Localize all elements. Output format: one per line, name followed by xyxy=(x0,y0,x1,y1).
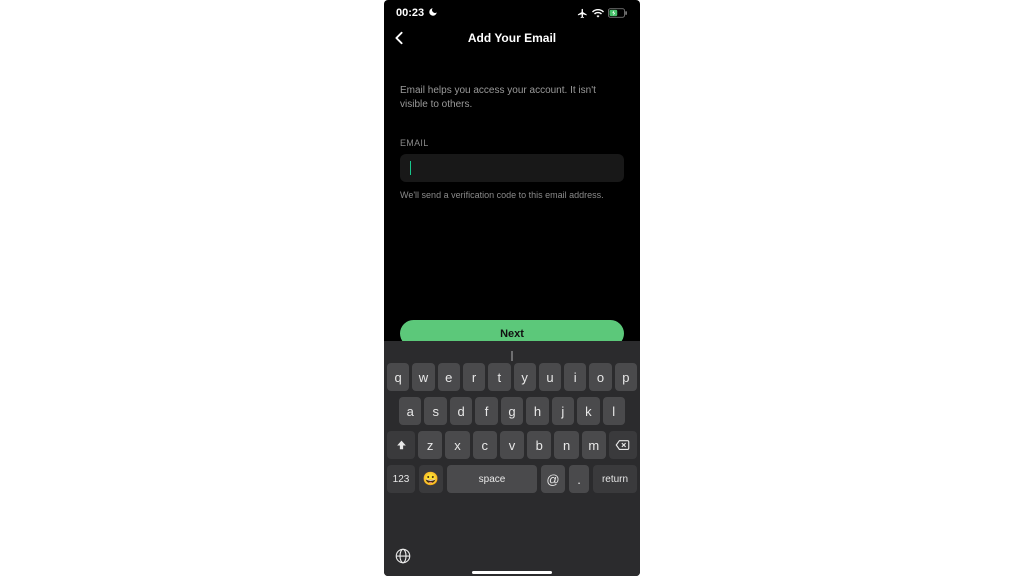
kb-row-3: z x c v b n m xyxy=(384,431,640,459)
airplane-icon xyxy=(577,8,588,19)
key-l[interactable]: l xyxy=(603,397,625,425)
key-d[interactable]: d xyxy=(450,397,472,425)
key-a[interactable]: a xyxy=(399,397,421,425)
key-f[interactable]: f xyxy=(475,397,497,425)
kb-row-1: q w e r t y u i o p xyxy=(384,363,640,391)
hint-text: We'll send a verification code to this e… xyxy=(400,190,624,200)
key-r[interactable]: r xyxy=(463,363,485,391)
phone-frame: 00:23 Add Your Email Email helps you acc… xyxy=(384,0,640,576)
keyboard: q w e r t y u i o p a s d f g h j k l z xyxy=(384,341,640,576)
moon-icon xyxy=(428,7,438,20)
key-p[interactable]: p xyxy=(615,363,637,391)
email-field[interactable] xyxy=(400,154,624,182)
key-w[interactable]: w xyxy=(412,363,434,391)
key-z[interactable]: z xyxy=(418,431,442,459)
key-q[interactable]: q xyxy=(387,363,409,391)
status-time: 00:23 xyxy=(396,7,424,19)
key-emoji[interactable]: 😀 xyxy=(419,465,443,493)
key-m[interactable]: m xyxy=(582,431,606,459)
key-n[interactable]: n xyxy=(554,431,578,459)
key-g[interactable]: g xyxy=(501,397,523,425)
key-k[interactable]: k xyxy=(577,397,599,425)
page-title: Add Your Email xyxy=(394,31,630,45)
key-space[interactable]: space xyxy=(447,465,537,493)
kb-row-4: 123 😀 space @ . return xyxy=(384,465,640,493)
next-button-label: Next xyxy=(500,328,524,340)
key-return[interactable]: return xyxy=(593,465,637,493)
key-123[interactable]: 123 xyxy=(387,465,415,493)
nav-header: Add Your Email xyxy=(384,24,640,52)
key-dot[interactable]: . xyxy=(569,465,589,493)
keyboard-handle xyxy=(511,351,513,361)
globe-icon[interactable] xyxy=(394,547,412,570)
key-y[interactable]: y xyxy=(514,363,536,391)
kb-row-2: a s d f g h j k l xyxy=(384,397,640,425)
key-j[interactable]: j xyxy=(552,397,574,425)
key-v[interactable]: v xyxy=(500,431,524,459)
helper-text: Email helps you access your account. It … xyxy=(400,84,624,112)
key-e[interactable]: e xyxy=(438,363,460,391)
key-s[interactable]: s xyxy=(424,397,446,425)
status-bar: 00:23 xyxy=(384,0,640,24)
key-u[interactable]: u xyxy=(539,363,561,391)
key-x[interactable]: x xyxy=(445,431,469,459)
key-at[interactable]: @ xyxy=(541,465,565,493)
key-shift[interactable] xyxy=(387,431,415,459)
battery-icon xyxy=(608,8,628,18)
home-indicator[interactable] xyxy=(472,571,552,574)
key-c[interactable]: c xyxy=(473,431,497,459)
key-t[interactable]: t xyxy=(488,363,510,391)
key-i[interactable]: i xyxy=(564,363,586,391)
key-o[interactable]: o xyxy=(589,363,611,391)
key-h[interactable]: h xyxy=(526,397,548,425)
wifi-icon xyxy=(592,8,604,18)
text-cursor xyxy=(410,161,411,175)
key-b[interactable]: b xyxy=(527,431,551,459)
email-label: EMAIL xyxy=(400,138,624,148)
form-body: Email helps you access your account. It … xyxy=(384,52,640,200)
key-backspace[interactable] xyxy=(609,431,637,459)
